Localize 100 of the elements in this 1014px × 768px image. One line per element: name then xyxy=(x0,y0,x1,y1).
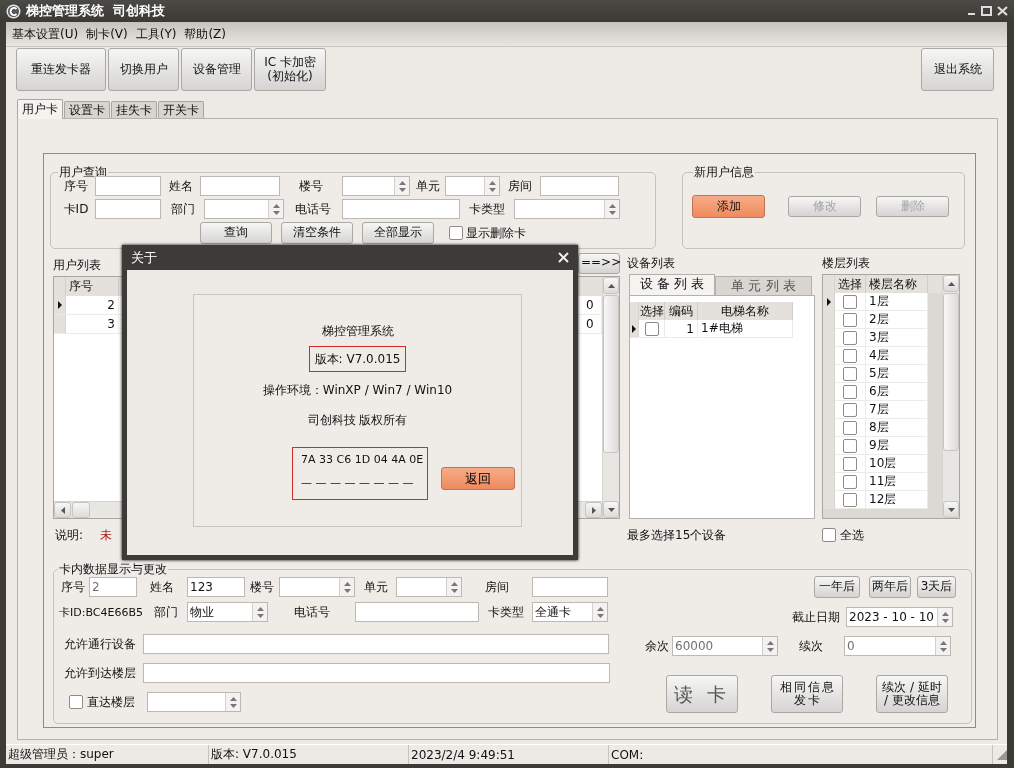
spin-field[interactable] xyxy=(279,577,355,597)
spin-field[interactable] xyxy=(514,199,620,219)
date-field[interactable]: 2023 - 10 - 10 xyxy=(846,607,953,627)
query-button[interactable]: 查询 xyxy=(200,222,272,244)
field-label: 单元 xyxy=(414,177,441,195)
text-field[interactable] xyxy=(200,176,280,196)
field-label: 姓名 xyxy=(167,177,194,195)
card-action-button[interactable]: 读 卡 xyxy=(666,675,738,713)
spinner-icon xyxy=(765,640,775,652)
action-button[interactable]: 添加 xyxy=(692,195,765,218)
checkbox[interactable] xyxy=(449,226,463,240)
checkbox[interactable] xyxy=(843,330,857,345)
row-header[interactable] xyxy=(630,320,639,337)
spinner-icon xyxy=(397,180,407,192)
resize-grip-icon[interactable] xyxy=(997,749,1007,760)
card-action-button[interactable]: 相同信息发卡 xyxy=(771,675,843,713)
checkbox[interactable] xyxy=(843,348,857,363)
table-cell: 9层 xyxy=(866,437,928,455)
spin-field[interactable] xyxy=(342,176,410,196)
toolbar-button[interactable]: 切换用户 xyxy=(108,48,179,91)
date-preset-button[interactable]: 一年后 xyxy=(814,576,860,598)
text-field[interactable] xyxy=(532,577,608,597)
hint-text: 最多选择15个设备 xyxy=(627,526,727,544)
status-text: COM: xyxy=(609,745,993,764)
checkbox-label: 显示删除卡 xyxy=(466,224,526,242)
field-label: 房间 xyxy=(484,578,510,596)
text-field[interactable] xyxy=(355,602,479,622)
transfer-button[interactable]: ==>> xyxy=(578,252,620,274)
checkbox[interactable] xyxy=(843,492,857,507)
checkbox[interactable] xyxy=(822,528,836,542)
tab[interactable]: 挂失卡 xyxy=(111,101,157,118)
field-label: 卡ID:BC4E66B5 xyxy=(58,604,144,620)
spin-field[interactable]: 全通卡 xyxy=(532,602,608,622)
spin-field[interactable] xyxy=(147,692,241,712)
spin-field[interactable] xyxy=(204,199,284,219)
field-label: 部门 xyxy=(153,603,179,621)
checkbox[interactable] xyxy=(843,474,857,489)
query-button[interactable]: 清空条件 xyxy=(281,222,353,244)
field-label: 序号 xyxy=(60,578,86,596)
row-header[interactable] xyxy=(54,296,66,314)
checkbox[interactable] xyxy=(843,402,857,417)
spin-field[interactable] xyxy=(396,577,462,597)
scrollbar-thumb[interactable] xyxy=(72,502,90,518)
dash-line: — — — — — — — — xyxy=(301,476,414,490)
toolbar-button[interactable]: 设备管理 xyxy=(181,48,252,91)
field-label: 卡类型 xyxy=(486,603,525,621)
text-field[interactable]: 123 xyxy=(187,577,245,597)
tab[interactable]: 单 元 列 表 xyxy=(715,276,812,295)
scrollbar-thumb[interactable] xyxy=(943,293,959,451)
checkbox[interactable] xyxy=(843,420,857,435)
spinner-icon xyxy=(938,640,948,652)
checkbox-label: 直达楼层 xyxy=(87,693,136,711)
checkbox[interactable] xyxy=(644,321,659,336)
checkbox[interactable] xyxy=(843,456,857,471)
scrollbar-thumb[interactable] xyxy=(603,295,619,453)
checkbox[interactable] xyxy=(843,312,857,327)
scrollbar[interactable] xyxy=(942,275,959,518)
date-preset-button[interactable]: 两年后 xyxy=(869,576,911,598)
scrollbar[interactable] xyxy=(602,277,619,518)
close-icon[interactable] xyxy=(997,6,1008,16)
group-title: 卡内数据显示与更改 xyxy=(58,562,168,576)
tab[interactable]: 设 备 列 表 xyxy=(629,274,715,295)
column-header: 选择 xyxy=(639,302,665,320)
text-field[interactable] xyxy=(143,663,610,683)
note-label: 说明: xyxy=(55,526,85,544)
card-action-button[interactable]: 续次 / 延时 / 更改信息 xyxy=(876,675,948,713)
tab[interactable]: 用户卡 xyxy=(17,99,63,119)
group-title: 用户查询 xyxy=(58,165,108,179)
query-button[interactable]: 全部显示 xyxy=(362,222,434,244)
menu-item[interactable]: 制卡(V) xyxy=(82,25,132,43)
toolbar-button[interactable]: 重连发卡器 xyxy=(16,48,106,91)
menu-item[interactable]: 工具(Y) xyxy=(131,25,181,43)
spin-field[interactable]: 物业 xyxy=(187,602,268,622)
table-cell: 2 xyxy=(66,296,119,314)
table-cell: 5层 xyxy=(866,365,928,383)
back-button[interactable]: 返回 xyxy=(441,467,515,490)
info-text: 梯控管理系统 xyxy=(320,322,395,340)
tab[interactable]: 开关卡 xyxy=(158,101,204,118)
text-field[interactable] xyxy=(143,634,609,654)
checkbox[interactable] xyxy=(843,366,857,381)
menu-item[interactable]: 帮助(Z) xyxy=(180,25,231,43)
text-field[interactable] xyxy=(95,176,161,196)
spinner-icon xyxy=(255,606,265,618)
toolbar-button[interactable]: IC 卡加密 (初始化) xyxy=(254,48,326,91)
checkbox[interactable] xyxy=(843,294,857,309)
section-title: 用户列表 xyxy=(53,256,101,274)
tab[interactable]: 设置卡 xyxy=(64,101,110,118)
checkbox[interactable] xyxy=(843,438,857,453)
close-icon[interactable] xyxy=(558,252,569,263)
maximize-icon[interactable] xyxy=(981,6,992,16)
spin-field[interactable] xyxy=(445,176,500,196)
text-field[interactable] xyxy=(95,199,161,219)
column-header: 序号 xyxy=(66,277,119,296)
menu-item[interactable]: 基本设置(U) xyxy=(8,25,83,43)
text-field[interactable] xyxy=(342,199,460,219)
text-field[interactable] xyxy=(540,176,619,196)
date-preset-button[interactable]: 3天后 xyxy=(917,576,956,598)
checkbox[interactable] xyxy=(69,695,83,709)
exit-button[interactable]: 退出系统 xyxy=(921,48,994,91)
checkbox[interactable] xyxy=(843,384,857,399)
